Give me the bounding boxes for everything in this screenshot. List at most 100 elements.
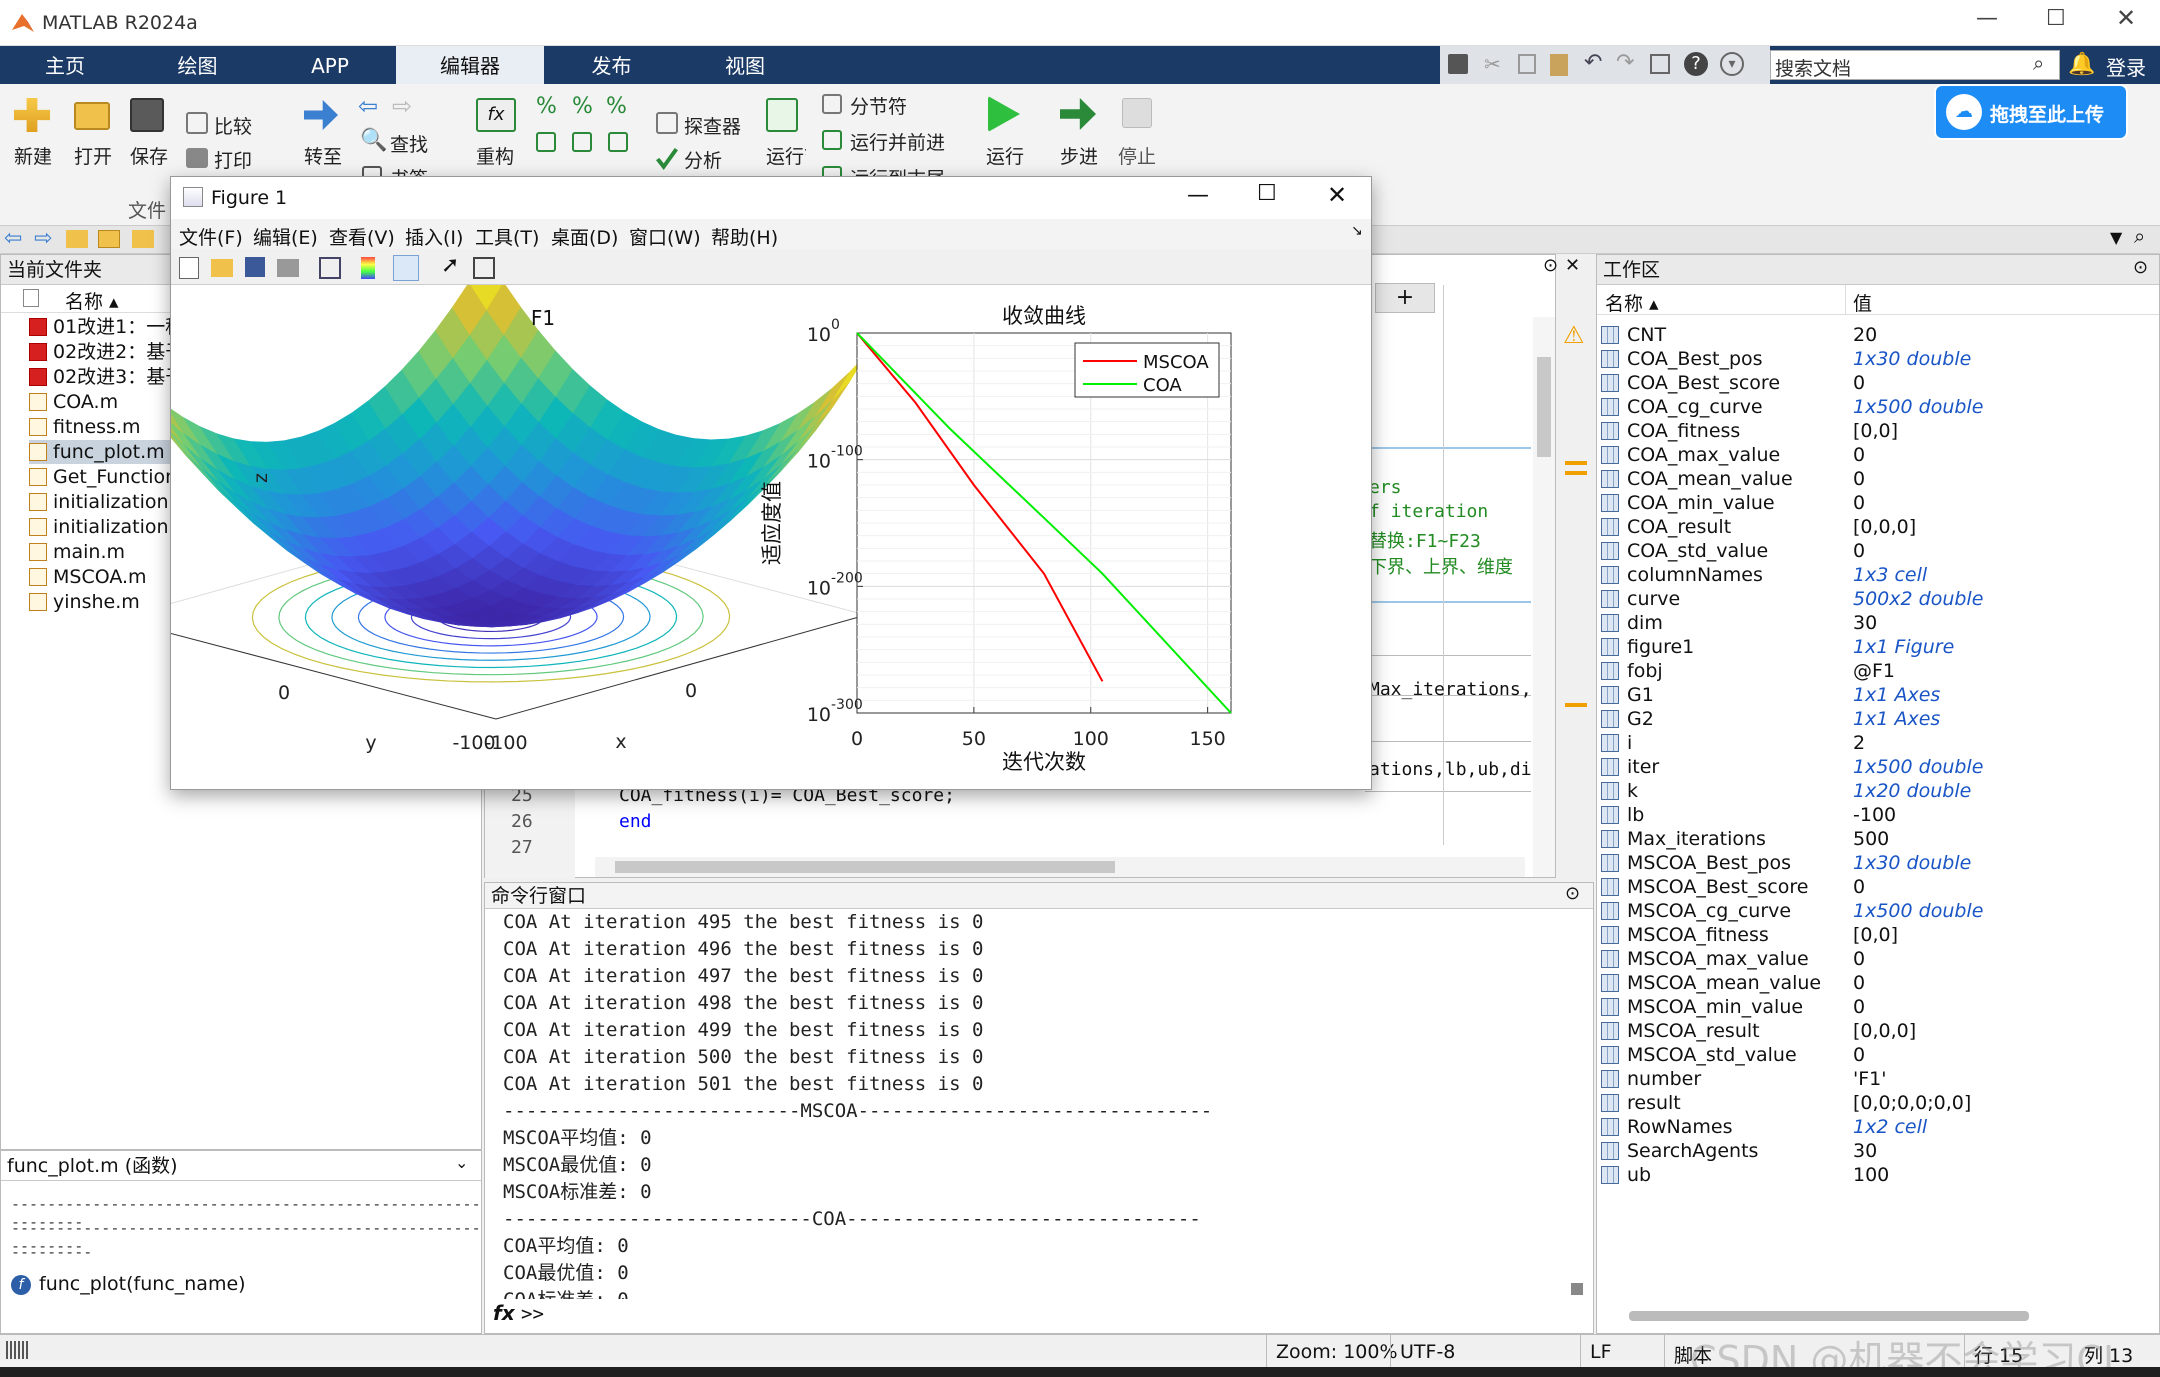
- save-figure-icon[interactable]: [245, 257, 265, 277]
- ws-name-header[interactable]: 名称 ▴: [1605, 289, 1659, 316]
- ws-value-header[interactable]: 值: [1853, 289, 1872, 316]
- open-file-icon[interactable]: [211, 259, 233, 277]
- run-button[interactable]: 运行: [986, 142, 1024, 169]
- find-button[interactable]: 查找: [390, 130, 428, 157]
- profiler-button[interactable]: 探查器: [684, 112, 741, 139]
- workspace-variable-row[interactable]: CNT 20: [1601, 323, 2157, 347]
- paste-icon[interactable]: [1550, 54, 1568, 76]
- menu-tools[interactable]: 工具(T): [475, 223, 539, 250]
- browse-folder-icon[interactable]: [98, 230, 120, 248]
- workspace-variable-row[interactable]: iter 1x500 double: [1601, 755, 2157, 779]
- tab-plots[interactable]: 绘图: [130, 46, 265, 84]
- wrap-comment-icon[interactable]: %: [606, 94, 627, 119]
- figure-maximize-button[interactable]: ☐: [1257, 181, 1277, 206]
- up-folder-icon[interactable]: [66, 230, 88, 248]
- menu-view[interactable]: 查看(V): [329, 223, 395, 250]
- switch-windows-icon[interactable]: [1650, 54, 1670, 74]
- editor-scrollbar[interactable]: [1533, 317, 1555, 877]
- address-dropdown-icon[interactable]: ▼: [2110, 228, 2122, 247]
- property-editor-icon[interactable]: [473, 257, 495, 279]
- command-scroll-handle[interactable]: [1571, 1283, 1583, 1295]
- step-button[interactable]: 步进: [1060, 142, 1098, 169]
- decrease-indent-icon[interactable]: [572, 132, 592, 152]
- new-figure-icon[interactable]: [179, 257, 199, 279]
- search-icon[interactable]: ⌕: [2033, 51, 2044, 75]
- tab-view[interactable]: 视图: [680, 46, 810, 84]
- dock-arrow-icon[interactable]: ↘: [1351, 223, 1363, 239]
- legend-icon[interactable]: [393, 255, 419, 281]
- pointer-icon[interactable]: ➚: [441, 253, 459, 278]
- workspace-variable-row[interactable]: COA_Best_score 0: [1601, 371, 2157, 395]
- compare-button[interactable]: 比较: [214, 112, 252, 139]
- menu-help[interactable]: 帮助(H): [711, 223, 778, 250]
- goto-button[interactable]: 转至: [304, 142, 342, 169]
- workspace-variable-row[interactable]: result [0,0;0,0;0,0]: [1601, 1091, 2157, 1115]
- editor-h-scrollbar[interactable]: [595, 857, 1525, 877]
- workspace-variable-row[interactable]: G2 1x1 Axes: [1601, 707, 2157, 731]
- workspace-variable-row[interactable]: COA_min_value 0: [1601, 491, 2157, 515]
- close-button[interactable]: ✕: [2116, 4, 2136, 32]
- workspace-options-icon[interactable]: ⊙: [2133, 257, 2148, 278]
- save-icon[interactable]: [1448, 54, 1468, 74]
- open-button[interactable]: 打开: [74, 142, 112, 169]
- workspace-variable-row[interactable]: MSCOA_Best_score 0: [1601, 875, 2157, 899]
- colorbar-icon[interactable]: [361, 257, 375, 279]
- tab-home[interactable]: 主页: [0, 46, 130, 84]
- comment-icon[interactable]: %: [536, 94, 557, 119]
- new-tab-button[interactable]: +: [1375, 283, 1435, 313]
- workspace-variable-row[interactable]: MSCOA_std_value 0: [1601, 1043, 2157, 1067]
- nav-back-icon[interactable]: ⇦: [4, 226, 22, 251]
- workspace-variable-row[interactable]: COA_result [0,0,0]: [1601, 515, 2157, 539]
- maximize-button[interactable]: ☐: [2046, 6, 2066, 31]
- menu-desktop[interactable]: 桌面(D): [551, 223, 618, 250]
- workspace-variable-row[interactable]: MSCOA_fitness [0,0]: [1601, 923, 2157, 947]
- tab-editor[interactable]: 编辑器: [396, 46, 544, 84]
- print-button[interactable]: 打印: [214, 146, 252, 173]
- link-plot-icon[interactable]: [319, 257, 341, 279]
- section-break-button[interactable]: 分节符: [850, 92, 907, 119]
- tab-publish[interactable]: 发布: [544, 46, 679, 84]
- copy-icon[interactable]: [1518, 54, 1536, 74]
- workspace-variable-row[interactable]: dim 30: [1601, 611, 2157, 635]
- minimize-button[interactable]: —: [1976, 6, 1998, 31]
- workspace-variable-row[interactable]: ub 100: [1601, 1163, 2157, 1187]
- workspace-variable-row[interactable]: COA_std_value 0: [1601, 539, 2157, 563]
- workspace-h-scrollbar[interactable]: [1629, 1311, 2029, 1321]
- menu-window[interactable]: 窗口(W): [629, 223, 701, 250]
- search-docs-input[interactable]: 搜索文档 ⌕: [1770, 50, 2060, 80]
- details-collapse-icon[interactable]: ⌄: [455, 1153, 468, 1172]
- help-icon[interactable]: ?: [1684, 52, 1708, 76]
- cut-icon[interactable]: ✂: [1484, 52, 1501, 76]
- workspace-variable-row[interactable]: MSCOA_max_value 0: [1601, 947, 2157, 971]
- workspace-variable-row[interactable]: MSCOA_Best_pos 1x30 double: [1601, 851, 2157, 875]
- workspace-variable-row[interactable]: figure1 1x1 Figure: [1601, 635, 2157, 659]
- indent-icon[interactable]: [536, 132, 556, 152]
- workspace-variable-row[interactable]: MSCOA_mean_value 0: [1601, 971, 2157, 995]
- nav-forward-icon[interactable]: ⇨: [34, 226, 52, 251]
- workspace-variable-row[interactable]: MSCOA_cg_curve 1x500 double: [1601, 899, 2157, 923]
- upload-button[interactable]: ☁ 拖拽至此上传: [1934, 84, 2128, 140]
- workspace-variable-row[interactable]: Max_iterations 500: [1601, 827, 2157, 851]
- figure-close-button[interactable]: ✕: [1327, 181, 1347, 209]
- code-line-26[interactable]: end: [619, 811, 652, 832]
- workspace-variable-row[interactable]: MSCOA_min_value 0: [1601, 995, 2157, 1019]
- options-icon[interactable]: ▾: [1720, 52, 1744, 76]
- command-options-icon[interactable]: ⊙: [1565, 883, 1580, 904]
- workspace-variable-row[interactable]: fobj @F1: [1601, 659, 2157, 683]
- workspace-variable-row[interactable]: RowNames 1x2 cell: [1601, 1115, 2157, 1139]
- back-icon[interactable]: ⇦: [358, 92, 378, 120]
- workspace-variable-row[interactable]: MSCOA_result [0,0,0]: [1601, 1019, 2157, 1043]
- workspace-variable-row[interactable]: k 1x20 double: [1601, 779, 2157, 803]
- save-button[interactable]: 保存: [130, 142, 168, 169]
- notification-bell-icon[interactable]: 🔔: [2068, 52, 2095, 77]
- workspace-variable-row[interactable]: number 'F1': [1601, 1067, 2157, 1091]
- stop-button[interactable]: 停止: [1118, 142, 1156, 169]
- workspace-variable-row[interactable]: COA_Best_pos 1x30 double: [1601, 347, 2157, 371]
- print-figure-icon[interactable]: [277, 259, 299, 277]
- run-advance-button[interactable]: 运行并前进: [850, 128, 945, 155]
- editor-options-icon[interactable]: ⊙: [1543, 255, 1558, 276]
- command-prompt[interactable]: >>: [521, 1303, 544, 1325]
- workspace-variable-row[interactable]: G1 1x1 Axes: [1601, 683, 2157, 707]
- uncomment-icon[interactable]: %: [572, 94, 593, 119]
- workspace-variable-row[interactable]: SearchAgents 30: [1601, 1139, 2157, 1163]
